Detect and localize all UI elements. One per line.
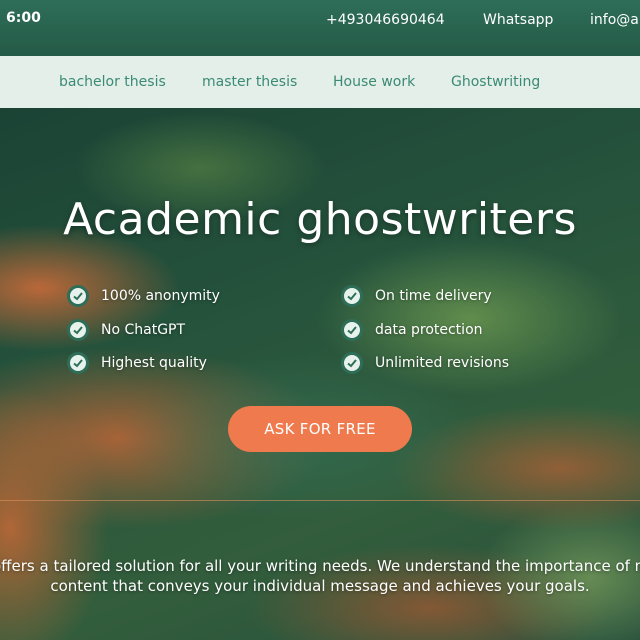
intro-line: offers a tailored solution for all your …	[0, 557, 640, 575]
feature-item: Unlimited revisions	[341, 352, 509, 374]
main-navigation: bachelor thesis master thesis House work…	[0, 56, 640, 108]
intro-line: content that conveys your individual mes…	[50, 577, 590, 595]
opening-hours-text: 6:00	[6, 10, 41, 26]
feature-label: data protection	[375, 322, 483, 338]
hero-section: Academic ghostwriters 100% anonymity No …	[0, 108, 640, 640]
feature-label: Unlimited revisions	[375, 355, 510, 371]
hero-title: Academic ghostwriters	[63, 194, 577, 245]
feature-item: 100% anonymity	[67, 285, 220, 307]
feature-item: data protection	[341, 319, 483, 341]
intro-paragraph: offers a tailored solution for all your …	[0, 556, 640, 596]
feature-label: Highest quality	[101, 355, 207, 371]
check-circle-icon	[67, 285, 89, 307]
section-divider	[0, 500, 640, 501]
top-contact-bar: 6:00 +493046690464 Whatsapp info@al	[0, 0, 640, 56]
feature-item: No ChatGPT	[67, 319, 185, 341]
feature-item: On time delivery	[341, 285, 492, 307]
nav-item-bachelor-thesis[interactable]: bachelor thesis	[59, 74, 166, 90]
feature-label: 100% anonymity	[101, 288, 220, 304]
nav-item-ghostwriting[interactable]: Ghostwriting	[451, 74, 540, 90]
nav-item-house-work[interactable]: House work	[333, 74, 415, 90]
whatsapp-link[interactable]: Whatsapp	[483, 12, 553, 28]
check-circle-icon	[341, 319, 363, 341]
check-circle-icon	[341, 285, 363, 307]
nav-item-master-thesis[interactable]: master thesis	[202, 74, 297, 90]
check-circle-icon	[67, 319, 89, 341]
feature-label: No ChatGPT	[101, 322, 186, 338]
ask-for-free-button[interactable]: ASK FOR FREE	[228, 406, 412, 452]
check-circle-icon	[341, 352, 363, 374]
phone-link[interactable]: +493046690464	[326, 12, 445, 28]
feature-item: Highest quality	[67, 352, 207, 374]
feature-label: On time delivery	[375, 288, 492, 304]
check-circle-icon	[67, 352, 89, 374]
email-link[interactable]: info@al	[590, 12, 640, 28]
